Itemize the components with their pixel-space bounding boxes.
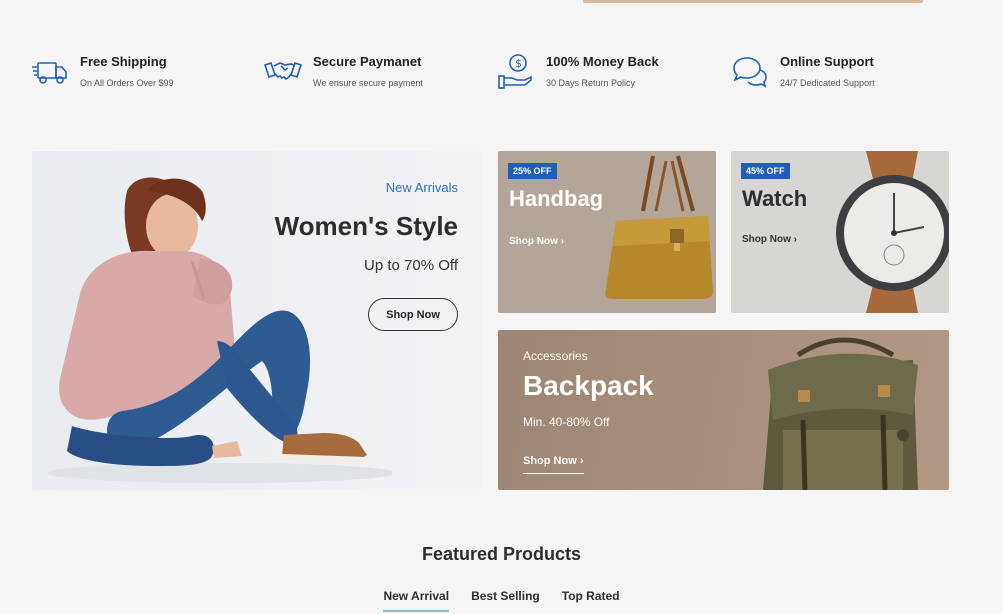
discount-badge: 45% OFF — [741, 163, 790, 179]
banner-backpack[interactable]: Accessories Backpack Min. 40-80% Off Sho… — [498, 330, 949, 490]
banner-womens-style[interactable]: New Arrivals Women's Style Up to 70% Off… — [32, 151, 482, 490]
feature-online-support: Online Support 24/7 Dedicated Support — [730, 50, 875, 100]
banner-label: New Arrivals — [385, 180, 458, 195]
banner-title: Women's Style — [274, 211, 458, 241]
top-banner-edge — [583, 0, 923, 3]
feature-title: Online Support — [780, 54, 874, 69]
tab-top-rated[interactable]: Top Rated — [562, 589, 620, 612]
featured-products-title: Featured Products — [421, 544, 582, 564]
truck-icon — [30, 52, 70, 92]
shop-now-label: Shop Now — [523, 455, 577, 467]
banner-watch[interactable]: 45% OFF Watch Shop Now › — [731, 151, 949, 313]
banner-subtitle: Up to 70% Off — [364, 257, 458, 274]
handshake-icon — [263, 52, 303, 92]
backpack-image — [763, 337, 918, 490]
shop-now-link[interactable]: Shop Now › — [523, 455, 584, 474]
banner-title: Watch — [742, 186, 808, 211]
banner-title: Handbag — [509, 186, 604, 211]
feature-subtitle: On All Orders Over $99 — [80, 78, 174, 88]
shop-now-link[interactable]: Shop Now › — [509, 236, 564, 247]
discount-badge: 25% OFF — [508, 163, 557, 179]
woman-model-image — [47, 177, 392, 483]
shop-now-button[interactable]: Shop Now — [368, 298, 458, 331]
chevron-right-icon: › — [560, 236, 565, 247]
feature-money-back: $ 100% Money Back 30 Days Return Policy — [496, 50, 659, 100]
featured-tabs: New Arrival Best Selling Top Rated — [0, 589, 1003, 612]
shop-now-label: Shop Now — [509, 236, 558, 247]
feature-subtitle: 30 Days Return Policy — [546, 78, 636, 88]
banner-subtitle: Min. 40-80% Off — [523, 415, 610, 429]
handbag-image — [605, 155, 713, 299]
feature-title: Free Shipping — [80, 54, 167, 69]
feature-title: 100% Money Back — [546, 54, 659, 69]
shop-now-link[interactable]: Shop Now › — [742, 234, 797, 245]
feature-subtitle: 24/7 Dedicated Support — [780, 78, 875, 88]
chevron-right-icon: › — [579, 455, 584, 467]
tab-best-selling[interactable]: Best Selling — [471, 589, 540, 612]
money-hand-icon: $ — [496, 52, 536, 92]
banner-handbag[interactable]: 25% OFF Handbag Shop Now › — [498, 151, 716, 313]
shop-now-label: Shop Now — [742, 234, 791, 245]
svg-text:$: $ — [515, 57, 522, 70]
chevron-right-icon: › — [793, 234, 798, 245]
feature-title: Secure Paymanet — [313, 54, 422, 69]
banner-category: Accessories — [523, 349, 588, 363]
feature-free-shipping: Free Shipping On All Orders Over $99 — [30, 50, 174, 100]
features-row: Free Shipping On All Orders Over $99 Sec… — [30, 50, 960, 100]
chat-bubbles-icon — [730, 52, 770, 92]
feature-secure-payment: Secure Paymanet We ensure secure payment — [263, 50, 423, 100]
feature-subtitle: We ensure secure payment — [313, 78, 423, 88]
watch-image — [836, 151, 949, 313]
banner-title: Backpack — [523, 370, 654, 401]
tab-new-arrival[interactable]: New Arrival — [383, 589, 450, 612]
